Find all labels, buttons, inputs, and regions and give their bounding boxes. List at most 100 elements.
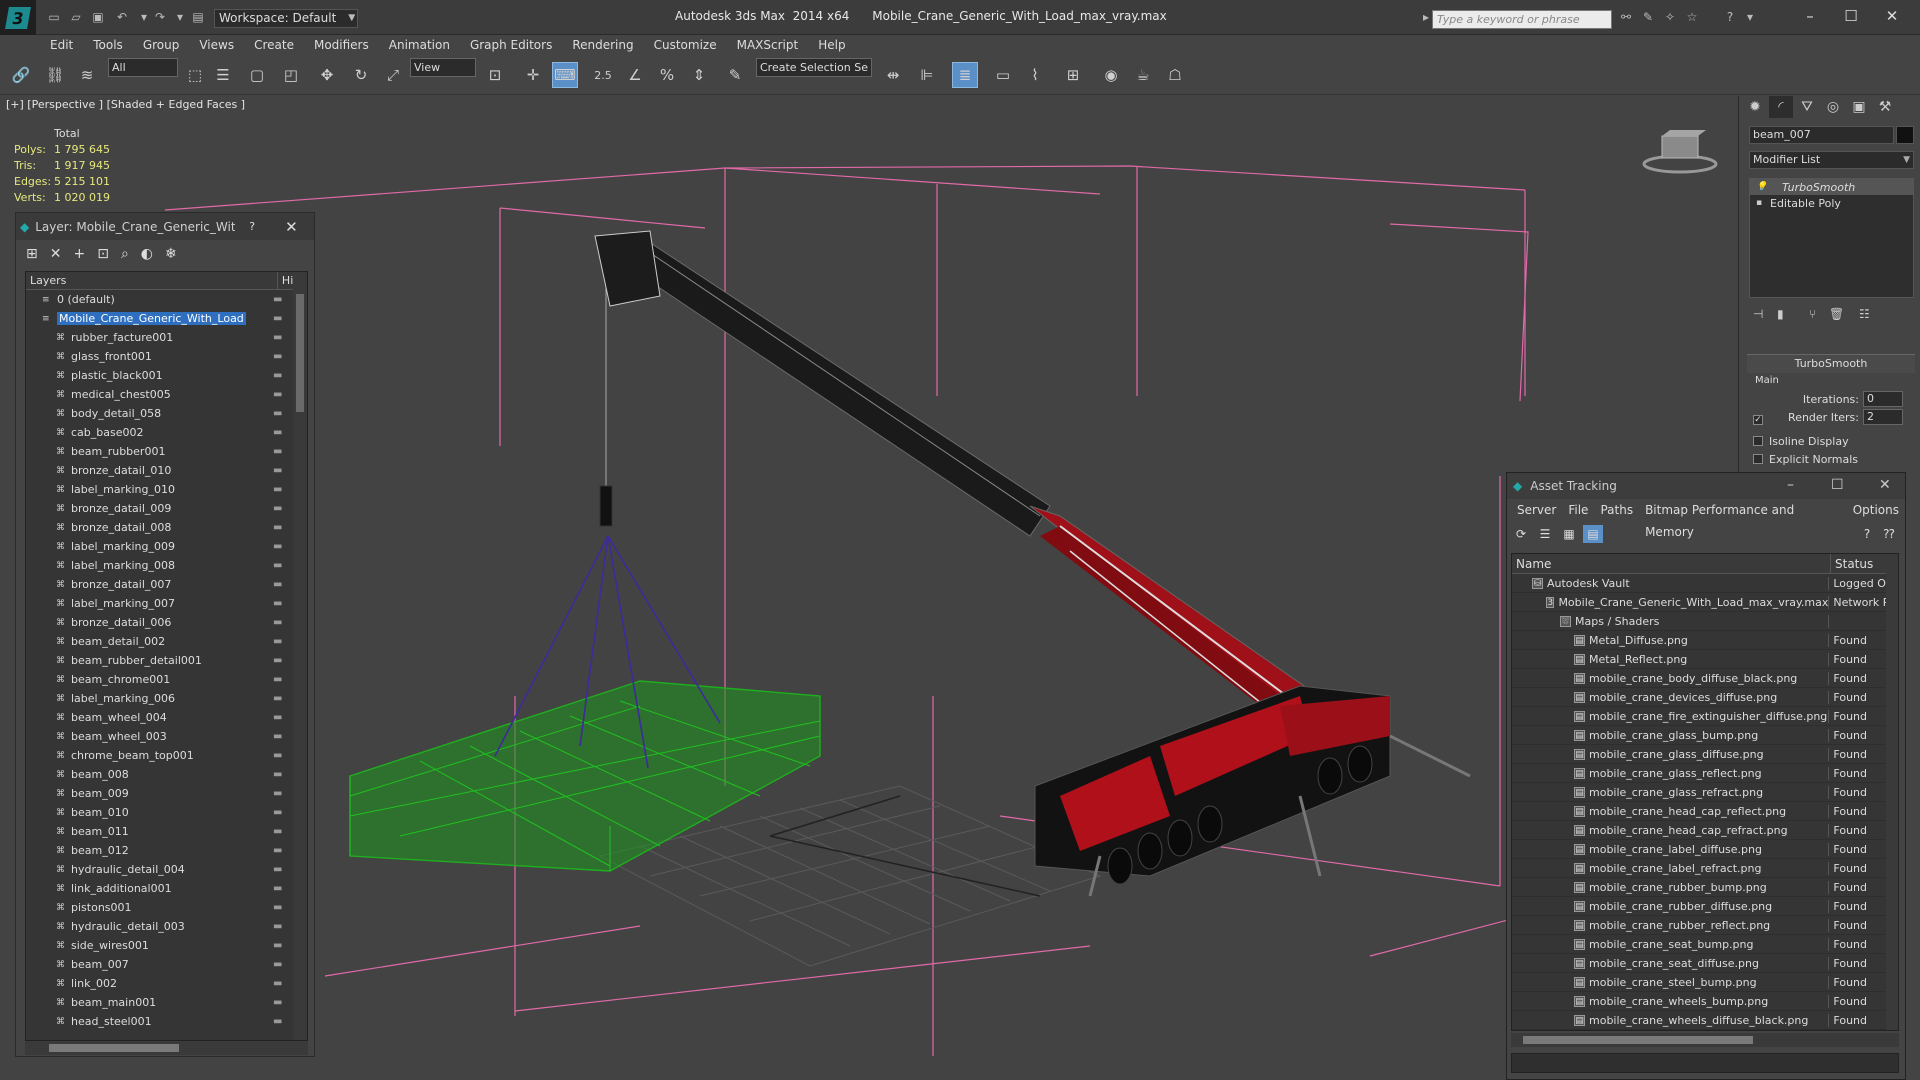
selection-filter-dropdown[interactable]: All — [108, 58, 178, 77]
layer-row[interactable]: ⌘ beam_009 ▬ — [26, 784, 307, 803]
communication-center-icon[interactable]: ✧ — [1662, 10, 1678, 24]
layer-row[interactable]: ⌘ bronze_datail_008 ▬ — [26, 518, 307, 537]
hide-toggle[interactable]: ▬ — [273, 313, 283, 324]
layer-row[interactable]: ⌘ label_marking_009 ▬ — [26, 537, 307, 556]
asset-row[interactable]: ⛆ Maps / Shaders — [1512, 612, 1898, 631]
hide-toggle[interactable]: ▬ — [273, 370, 283, 381]
hide-toggle[interactable]: ▬ — [273, 864, 283, 875]
close-button[interactable]: ✕ — [1882, 6, 1902, 26]
material-editor-icon[interactable]: ◉ — [1098, 62, 1124, 88]
asset-row[interactable]: ▤ mobile_crane_label_diffuse.png Found — [1512, 840, 1898, 859]
layer-row[interactable]: ≡ Mobile_Crane_Generic_With_Load ▬ — [26, 309, 307, 328]
layer-row[interactable]: ⌘ link_additional001 ▬ — [26, 879, 307, 898]
layer-row[interactable]: ⌘ cab_base002 ▬ — [26, 423, 307, 442]
favorites-star-icon[interactable]: ☆ — [1684, 10, 1700, 24]
hide-toggle[interactable]: ▬ — [273, 522, 283, 533]
menu-server[interactable]: Server — [1511, 499, 1562, 521]
layer-row[interactable]: ⌘ beam_wheel_004 ▬ — [26, 708, 307, 727]
select-by-name-icon[interactable]: ☰ — [210, 62, 236, 88]
refresh-icon[interactable]: ⟳ — [1511, 525, 1531, 543]
hide-toggle[interactable]: ▬ — [273, 503, 283, 514]
layer-row[interactable]: ⌘ bronze_datail_009 ▬ — [26, 499, 307, 518]
asset-row[interactable]: ▤ mobile_crane_steel_bump.png Found — [1512, 973, 1898, 992]
named-selection-dropdown[interactable]: Create Selection Se — [756, 58, 872, 77]
hide-toggle[interactable]: ▬ — [273, 940, 283, 951]
asset-row[interactable]: ▤ mobile_crane_label_refract.png Found — [1512, 859, 1898, 878]
close-icon[interactable]: ✕ — [1879, 477, 1891, 493]
menu-maxscript[interactable]: MAXScript — [727, 35, 809, 55]
hide-toggle[interactable]: ▬ — [273, 769, 283, 780]
hide-toggle[interactable]: ▬ — [273, 902, 283, 913]
hide-toggle[interactable]: ▬ — [273, 978, 283, 989]
lightbulb-icon[interactable]: 💡 — [1756, 182, 1767, 192]
hide-toggle[interactable]: ▬ — [273, 579, 283, 590]
hide-toggle[interactable]: ▬ — [273, 541, 283, 552]
pin-stack-icon[interactable]: ⊣ — [1753, 307, 1763, 321]
menu-file[interactable]: File — [1562, 499, 1594, 521]
select-and-rotate-icon[interactable]: ↻ — [348, 62, 374, 88]
menu-animation[interactable]: Animation — [379, 35, 460, 55]
window-crossing-icon[interactable]: ◰ — [278, 62, 304, 88]
asset-row[interactable]: ▤ mobile_crane_rubber_diffuse.png Found — [1512, 897, 1898, 916]
select-and-link-icon[interactable]: 🔗 — [8, 62, 34, 88]
help-dropdown-icon[interactable]: ▾ — [1742, 10, 1758, 24]
hide-toggle[interactable]: ▬ — [273, 712, 283, 723]
layer-manager-icon[interactable]: ≣ — [952, 62, 978, 88]
minimize-button[interactable]: – — [1787, 477, 1794, 493]
layer-row[interactable]: ⌘ link_002 ▬ — [26, 974, 307, 993]
select-and-move-icon[interactable]: ✥ — [314, 62, 340, 88]
hide-toggle[interactable]: ▬ — [273, 332, 283, 343]
spinner-snap-icon[interactable]: ⇕ — [686, 62, 712, 88]
asset-row[interactable]: ⛁ Autodesk Vault Logged O — [1512, 574, 1898, 593]
layer-row[interactable]: ⌘ label_marking_010 ▬ — [26, 480, 307, 499]
render-setup-icon[interactable]: ☕ — [1130, 62, 1156, 88]
make-unique-icon[interactable]: ⑂ — [1809, 307, 1816, 321]
workspace-menu-icon[interactable]: ▾ — [344, 10, 360, 24]
rectangular-selection-icon[interactable]: ▢ — [244, 62, 270, 88]
remove-modifier-icon[interactable]: 🗑 — [1829, 307, 1844, 321]
hide-toggle[interactable]: ▬ — [273, 598, 283, 609]
layer-row[interactable]: ⌘ head_steel001 ▬ — [26, 1012, 307, 1031]
percent-snap-icon[interactable]: % — [654, 62, 680, 88]
asset-row[interactable]: ▤ mobile_crane_rubber_reflect.png Found — [1512, 916, 1898, 935]
menu-rendering[interactable]: Rendering — [562, 35, 643, 55]
layer-row[interactable]: ⌘ beam_rubber001 ▬ — [26, 442, 307, 461]
asset-row[interactable]: ▤ mobile_crane_body_diffuse_black.png Foun… — [1512, 669, 1898, 688]
menu-modifiers[interactable]: Modifiers — [304, 35, 379, 55]
layer-row[interactable]: ⌘ side_wires001 ▬ — [26, 936, 307, 955]
horizontal-scrollbar[interactable] — [1511, 1033, 1899, 1047]
iterations-spinner[interactable]: 0 — [1863, 391, 1903, 407]
maximize-button[interactable]: ☐ — [1831, 477, 1844, 493]
render-icon[interactable]: ☖ — [1162, 62, 1188, 88]
save-file-icon[interactable]: ▣ — [90, 10, 106, 24]
stack-item-turbosmooth[interactable]: 💡 TurboSmooth — [1750, 179, 1913, 195]
layer-row[interactable]: ⌘ plastic_black001 ▬ — [26, 366, 307, 385]
isoline-display-checkbox[interactable]: Isoline Display — [1753, 435, 1849, 448]
layer-row[interactable]: ⌘ beam_detail_002 ▬ — [26, 632, 307, 651]
asset-row[interactable]: ▤ mobile_crane_head_cap_reflect.png Found — [1512, 802, 1898, 821]
checkbox-box[interactable] — [1753, 454, 1763, 464]
asset-row[interactable]: ▤ mobile_crane_head_cap_refract.png Found — [1512, 821, 1898, 840]
bind-to-space-warp-icon[interactable]: ≋ — [74, 62, 100, 88]
undo-dropdown-icon[interactable]: ▾ — [136, 10, 152, 24]
layer-row[interactable]: ⌘ beam_010 ▬ — [26, 803, 307, 822]
hide-toggle[interactable]: ▬ — [273, 788, 283, 799]
open-file-icon[interactable]: ▱ — [68, 10, 84, 24]
select-and-manipulate-icon[interactable]: ✛ — [520, 62, 546, 88]
asset-row[interactable]: ▤ mobile_crane_seat_diffuse.png Found — [1512, 954, 1898, 973]
object-color-swatch[interactable] — [1896, 126, 1914, 144]
maximize-button[interactable]: ☐ — [1841, 6, 1861, 26]
rollout-header[interactable]: TurboSmooth — [1747, 355, 1915, 373]
undo-icon[interactable]: ↶ — [114, 10, 130, 24]
thumbnail-view-icon[interactable]: ▦ — [1559, 525, 1579, 543]
scrollbar-thumb[interactable] — [1523, 1036, 1753, 1044]
hide-toggle[interactable]: ▬ — [273, 845, 283, 856]
viewcube-icon[interactable] — [1640, 126, 1720, 176]
menu-create[interactable]: Create — [244, 35, 304, 55]
layer-row[interactable]: ⌘ chrome_beam_top001 ▬ — [26, 746, 307, 765]
layer-row[interactable]: ⌘ hydraulic_detail_003 ▬ — [26, 917, 307, 936]
modifier-list-dropdown[interactable]: Modifier List ▼ — [1749, 151, 1914, 169]
layer-row[interactable]: ⌘ beam_wheel_003 ▬ — [26, 727, 307, 746]
workspace-dropdown[interactable]: Workspace: Default ▼ — [214, 9, 358, 28]
menu-paths[interactable]: Paths — [1594, 499, 1639, 521]
